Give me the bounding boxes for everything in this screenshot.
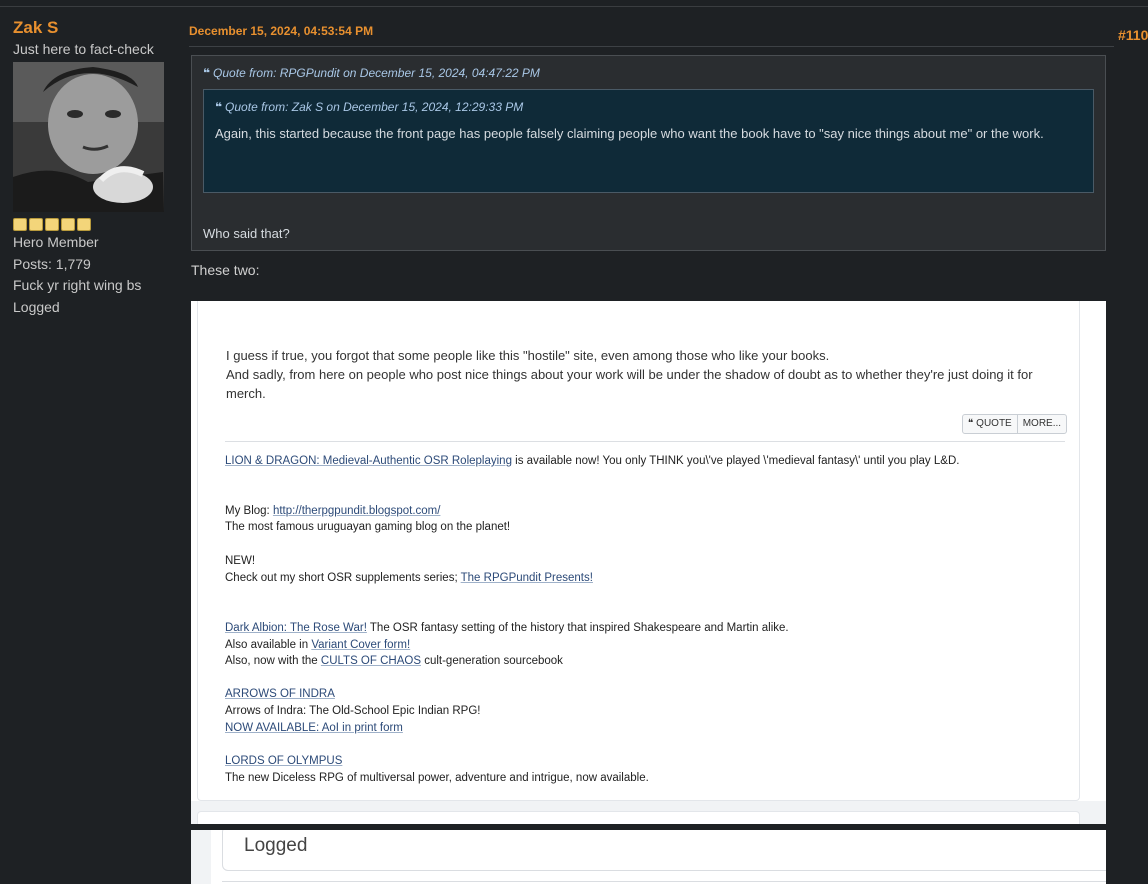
poster-logged: Logged bbox=[13, 298, 60, 315]
screenshot-paragraph-2: And sadly, from here on people who post … bbox=[226, 367, 1033, 401]
post-number-link[interactable]: #110 bbox=[1118, 27, 1148, 43]
quote-mark-icon: ❝ bbox=[203, 66, 211, 80]
inner-quote: ❝ Quote from: Zak S on December 15, 2024,… bbox=[203, 89, 1094, 193]
poster-custom-title: Just here to fact-check bbox=[13, 41, 154, 57]
star-icon bbox=[29, 218, 43, 231]
sig-line-olympus: LORDS OF OLYMPUS bbox=[225, 753, 1065, 770]
sig-link-lion-dragon: LION & DRAGON: Medieval-Authentic OSR Ro… bbox=[225, 455, 512, 467]
screenshot-paragraph-1: I guess if true, you forgot that some pe… bbox=[226, 348, 830, 363]
sig-link-variant: Variant Cover form! bbox=[311, 639, 411, 651]
sig-line-presents: Check out my short OSR supplements serie… bbox=[225, 570, 1065, 587]
sig-text: Also, now with the bbox=[225, 655, 321, 667]
poster-post-count: Posts: 1,779 bbox=[13, 255, 91, 272]
sig-line-dark-albion: Dark Albion: The Rose War! The OSR fanta… bbox=[225, 620, 1065, 637]
sig-line-cults: Also, now with the CULTS OF CHAOS cult-g… bbox=[225, 653, 1065, 670]
post-date-link[interactable]: December 15, 2024, 04:53:54 PM bbox=[189, 24, 373, 38]
sig-link-aoi: ARROWS OF INDRA bbox=[225, 688, 335, 700]
top-divider bbox=[0, 6, 1148, 7]
sig-link-presents: The RPGPundit Presents! bbox=[460, 572, 593, 584]
outer-quote-header[interactable]: ❝ Quote from: RPGPundit on December 15, 2… bbox=[203, 66, 540, 80]
outer-quote-header-text: Quote from: RPGPundit on December 15, 20… bbox=[213, 66, 540, 80]
star-icon bbox=[61, 218, 75, 231]
rank-stars bbox=[13, 218, 173, 232]
sig-olympus-desc: The new Diceless RPG of multiversal powe… bbox=[225, 772, 649, 784]
poster-name-link[interactable]: Zak S bbox=[13, 18, 173, 38]
post-body-text: These two: bbox=[191, 262, 260, 278]
inner-quote-text: Again, this started because the front pa… bbox=[215, 126, 1044, 141]
sig-link-olympus: LORDS OF OLYMPUS bbox=[225, 755, 343, 767]
sig-link-dark-albion: Dark Albion: The Rose War! bbox=[225, 622, 367, 634]
sig-link-cults: CULTS OF CHAOS bbox=[320, 655, 421, 667]
poster-info: Zak S Just here to fact-check Hero Membe… bbox=[13, 18, 173, 318]
screenshot-signature-divider bbox=[225, 441, 1065, 442]
screenshot2-margin bbox=[191, 830, 211, 884]
poster-rank: Hero Member bbox=[13, 234, 99, 250]
sig-line-aoi: ARROWS OF INDRA bbox=[225, 686, 1065, 703]
sig-line-blog: My Blog: http://therpgpundit.blogspot.co… bbox=[225, 503, 1065, 520]
avatar bbox=[13, 62, 164, 212]
sig-link-blog: http://therpgpundit.blogspot.com/ bbox=[272, 505, 441, 517]
sig-aoi-desc: Arrows of Indra: The Old-School Epic Ind… bbox=[225, 705, 481, 717]
sig-line-aoi-print: NOW AVAILABLE: AoI in print form bbox=[225, 720, 1065, 737]
screenshot-quote-button: ❝ QUOTE bbox=[968, 418, 1012, 429]
outer-quote-text: Who said that? bbox=[203, 226, 290, 241]
screenshot2-card: Logged bbox=[222, 830, 1106, 871]
quote-mark-icon: ❝ bbox=[215, 100, 223, 114]
star-icon bbox=[13, 218, 27, 231]
sig-line-variant: Also available in Variant Cover form! bbox=[225, 637, 1065, 654]
screenshot-post-buttons: ❝ QUOTE MORE... bbox=[962, 414, 1068, 434]
star-icon bbox=[77, 218, 91, 231]
screenshot2-divider bbox=[222, 881, 1106, 882]
sig-text: cult-generation sourcebook bbox=[421, 655, 563, 667]
screenshot-next-card bbox=[197, 811, 1080, 824]
sig-new: NEW! bbox=[225, 555, 256, 567]
sig-text: Check out my short OSR supplements serie… bbox=[225, 572, 461, 584]
sig-text: Also available in bbox=[225, 639, 312, 651]
sig-line-lion-dragon: LION & DRAGON: Medieval-Authentic OSR Ro… bbox=[225, 453, 1065, 470]
poster-signature: Fuck yr right wing bs bbox=[13, 277, 142, 293]
inner-quote-header-text: Quote from: Zak S on December 15, 2024, … bbox=[225, 100, 524, 114]
sig-blog-desc: The most famous uruguayan gaming blog on… bbox=[225, 521, 511, 533]
screenshot2-logged: Logged bbox=[244, 835, 308, 856]
post-header-divider bbox=[189, 46, 1114, 47]
embedded-screenshot-2: Logged bbox=[191, 830, 1106, 884]
sig-link-aoi-print: NOW AVAILABLE: AoI in print form bbox=[225, 722, 403, 734]
outer-quote: ❝ Quote from: RPGPundit on December 15, 2… bbox=[191, 55, 1106, 251]
sig-text: is available now! You only THINK you\'ve… bbox=[511, 455, 960, 467]
sig-text: My Blog: bbox=[225, 505, 273, 517]
embedded-screenshot: I guess if true, you forgot that some pe… bbox=[191, 301, 1106, 824]
screenshot-more-button: MORE... bbox=[1016, 415, 1066, 433]
sig-text: The OSR fantasy setting of the history t… bbox=[366, 622, 789, 634]
inner-quote-header[interactable]: ❝ Quote from: Zak S on December 15, 2024,… bbox=[215, 100, 523, 114]
star-icon bbox=[45, 218, 59, 231]
